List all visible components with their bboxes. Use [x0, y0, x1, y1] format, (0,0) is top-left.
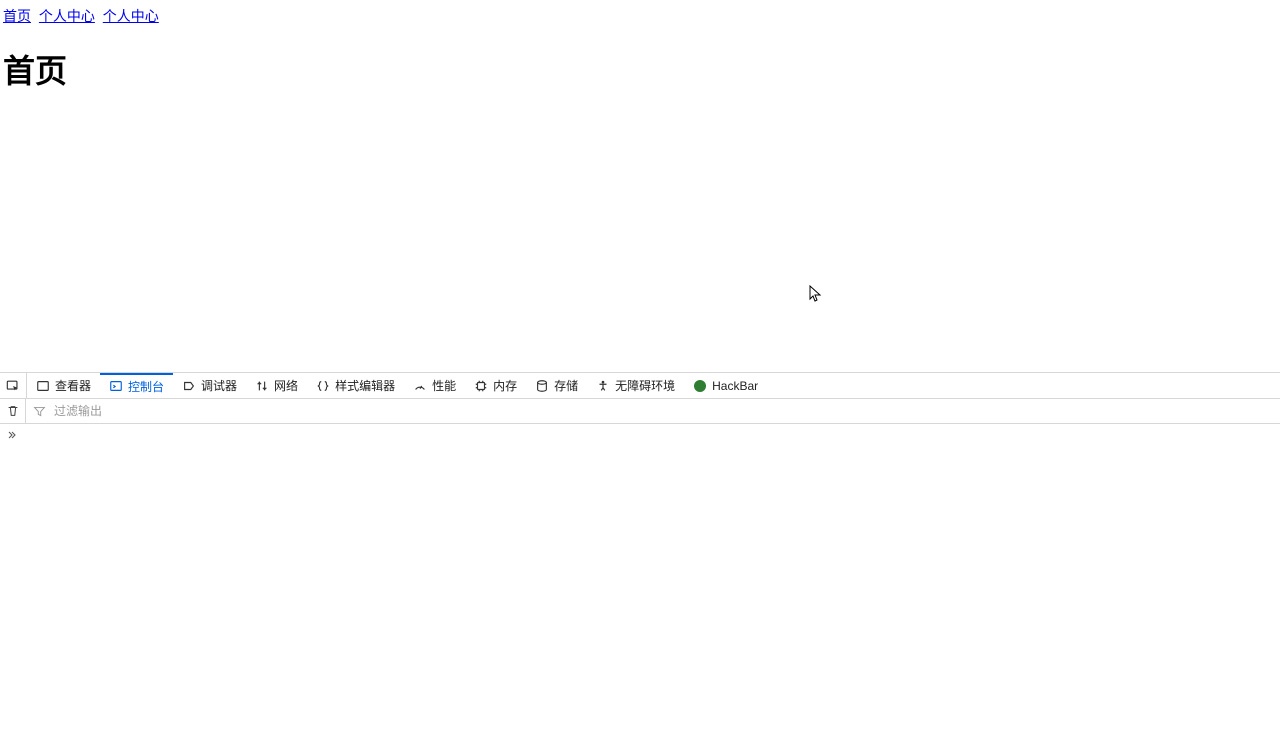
console-filter-input[interactable]	[50, 399, 1280, 423]
element-picker-icon	[6, 379, 20, 393]
tab-label: 性能	[432, 377, 456, 394]
console-output	[0, 446, 1280, 754]
debugger-icon	[182, 379, 196, 393]
console-filter-bar	[0, 399, 1280, 424]
tab-label: 查看器	[55, 377, 91, 394]
performance-icon	[413, 379, 427, 393]
funnel-icon	[33, 405, 46, 418]
devtools-tabstrip: 查看器 控制台 调试器	[0, 373, 1280, 399]
filter-icon-wrap[interactable]	[28, 399, 50, 423]
accessibility-icon	[596, 379, 610, 393]
tab-label: 控制台	[128, 378, 164, 395]
tab-label: 样式编辑器	[335, 377, 395, 394]
tab-debugger[interactable]: 调试器	[173, 373, 246, 398]
tab-hackbar[interactable]: HackBar	[684, 373, 767, 398]
tab-label: 网络	[274, 377, 298, 394]
console-sidebar-toggle[interactable]	[0, 424, 1280, 446]
tab-styleeditor[interactable]: 样式编辑器	[307, 373, 404, 398]
devtools-panel: 查看器 控制台 调试器	[0, 373, 1280, 754]
nav-link-profile-2[interactable]: 个人中心	[103, 8, 159, 24]
tab-storage[interactable]: 存储	[526, 373, 587, 398]
styleeditor-icon	[316, 379, 330, 393]
trash-icon	[6, 404, 20, 418]
nav-link-home[interactable]: 首页	[3, 8, 31, 24]
hackbar-icon	[693, 379, 707, 393]
console-icon	[109, 379, 123, 393]
breadcrumb: 首页 个人中心 个人中心	[0, 0, 1280, 26]
tab-label: 内存	[493, 377, 517, 394]
tab-label: 无障碍环境	[615, 377, 675, 394]
tab-accessibility[interactable]: 无障碍环境	[587, 373, 684, 398]
tab-memory[interactable]: 内存	[465, 373, 526, 398]
tab-console[interactable]: 控制台	[100, 373, 173, 398]
inspector-icon	[36, 379, 50, 393]
memory-icon	[474, 379, 488, 393]
tab-network[interactable]: 网络	[246, 373, 307, 398]
storage-icon	[535, 379, 549, 393]
tab-label: 调试器	[201, 377, 237, 394]
page-title: 首页	[0, 26, 1280, 92]
tab-performance[interactable]: 性能	[404, 373, 465, 398]
clear-console-button[interactable]	[0, 399, 26, 423]
element-picker-button[interactable]	[0, 373, 27, 398]
chevron-double-right-icon	[6, 429, 18, 441]
nav-link-profile-1[interactable]: 个人中心	[39, 8, 95, 24]
tab-inspector[interactable]: 查看器	[27, 373, 100, 398]
page-content: 首页 个人中心 个人中心 首页	[0, 0, 1280, 373]
network-icon	[255, 379, 269, 393]
tab-label: 存储	[554, 377, 578, 394]
tab-label: HackBar	[712, 379, 758, 393]
